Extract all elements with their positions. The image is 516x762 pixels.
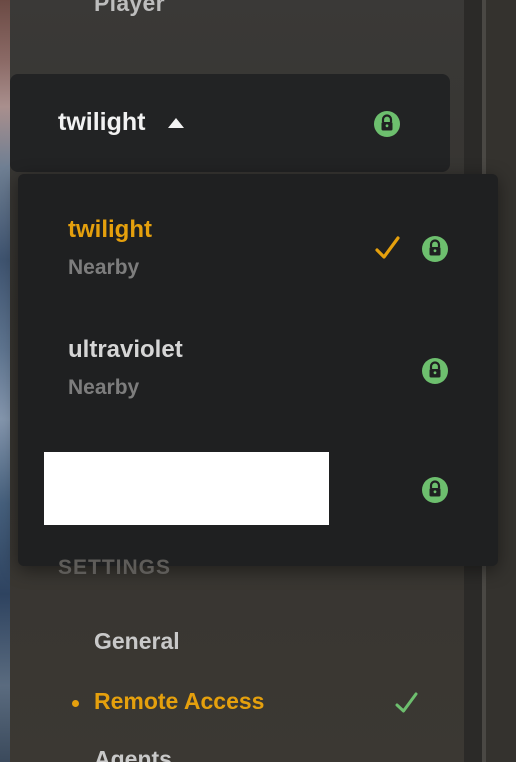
server-option-status: Nearby — [68, 256, 140, 279]
caret-up-icon[interactable] — [168, 118, 184, 128]
server-option-twilight[interactable]: twilight Nearby — [18, 174, 498, 284]
plex-settings-screen: Player twilight twilight Nearby ultravio… — [0, 0, 516, 762]
redacted-server-name — [44, 452, 329, 525]
checkmark-icon — [374, 234, 400, 260]
sidebar-item-player[interactable]: Player — [94, 0, 165, 17]
server-option-name: ultraviolet — [68, 336, 183, 363]
server-option-status: Nearby — [68, 376, 140, 399]
sidebar-item-general[interactable]: General — [94, 628, 180, 655]
lock-icon — [422, 477, 448, 503]
server-option-ultraviolet[interactable]: ultraviolet Nearby — [18, 294, 498, 404]
server-option-name: twilight — [68, 216, 152, 243]
current-server-name: twilight — [58, 108, 146, 136]
active-bullet — [72, 700, 79, 707]
sidebar-item-agents[interactable]: Agents — [94, 746, 172, 762]
server-selector[interactable]: twilight — [10, 74, 450, 172]
checkmark-icon — [394, 690, 420, 716]
lock-icon — [422, 236, 448, 262]
sidebar-item-remote-access[interactable]: Remote Access — [94, 688, 264, 715]
lock-icon — [422, 358, 448, 384]
settings-heading: SETTINGS — [58, 556, 172, 579]
background-photo — [0, 0, 10, 762]
lock-icon — [374, 111, 400, 137]
